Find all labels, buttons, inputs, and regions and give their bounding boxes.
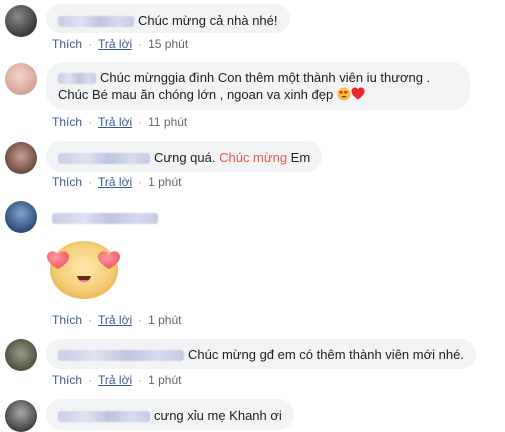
author-name[interactable] [52,213,158,225]
reply-link[interactable]: Trả lời [98,175,132,189]
comment-text-after: Em [290,150,311,165]
reply-link[interactable]: Trả lời [98,115,132,129]
like-link[interactable]: Thích [52,373,82,387]
timestamp[interactable]: 11 phút [148,115,187,129]
author-name[interactable] [58,73,96,85]
avatar[interactable] [5,63,37,95]
reply-link[interactable]: Trả lời [98,373,132,387]
comment-bubble: Chúc mừng cả nhà nhé! [46,4,290,33]
comment-bubble: Chúc mừnggia đình Con thêm một thành viê… [46,62,470,110]
timestamp[interactable]: 1 phút [148,313,181,327]
like-link[interactable]: Thích [52,37,82,51]
like-link[interactable]: Thích [52,115,82,129]
comment-text-before: Cưng quá. [154,150,216,165]
red-heart-emoji [351,87,365,104]
author-name-row [52,210,162,225]
avatar[interactable] [5,142,37,174]
reply-link[interactable]: Trả lời [98,37,132,51]
timestamp[interactable]: 15 phút [148,37,188,51]
comment-bubble: Cưng quá. Chúc mừng Em [46,141,323,172]
author-name[interactable] [58,411,150,423]
avatar[interactable] [5,400,37,432]
like-link[interactable]: Thích [52,313,82,327]
heart-eyes-emoji [337,87,351,105]
timestamp[interactable]: 1 phút [148,175,181,189]
timestamp[interactable]: 1 phút [148,373,181,387]
comment-actions: Thích · Trả lời · 1 phút [52,313,182,327]
heart-eyes-sticker[interactable] [42,236,126,300]
comment-text: cưng xỉu mẹ Khanh ơi [154,408,282,423]
comment-actions: Thích · Trả lời · 11 phút [52,115,188,129]
avatar[interactable] [5,201,37,233]
author-name[interactable] [58,153,150,165]
like-link[interactable]: Thích [52,175,82,189]
comment-text: Chúc mừnggia đình Con thêm một thành viê… [58,70,431,102]
comment-bubble: Chúc mừng gđ em có thêm thành viên mới n… [46,339,476,369]
comment-actions: Thích · Trả lời · 1 phút [52,175,182,189]
author-name[interactable] [58,350,184,362]
reply-link[interactable]: Trả lời [98,313,132,327]
author-name[interactable] [58,16,134,28]
avatar[interactable] [5,339,37,371]
comment-actions: Thích · Trả lời · 1 phút [52,373,182,387]
comment-bubble: cưng xỉu mẹ Khanh ơi [46,399,294,430]
comment-text: Chúc mừng gđ em có thêm thành viên mới n… [188,347,464,362]
highlight-text: Chúc mừng [219,150,288,165]
comment-actions: Thích · Trả lời · 15 phút [52,37,189,51]
comment-text: Chúc mừng cả nhà nhé! [138,13,278,28]
avatar[interactable] [5,5,37,37]
